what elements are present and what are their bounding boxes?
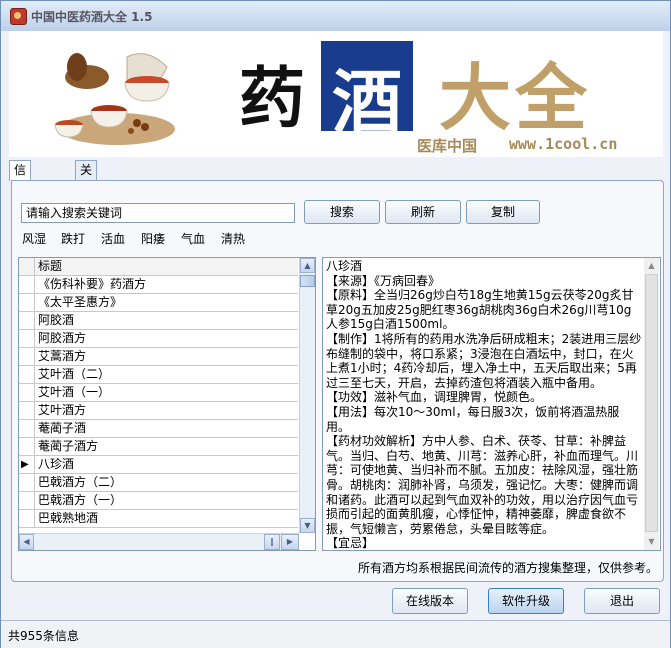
copy-button[interactable]: 复制 — [466, 200, 540, 224]
window-title: 中国中医药酒大全 1.5 — [31, 10, 153, 24]
list-item[interactable]: 艾叶酒方 — [19, 402, 298, 420]
recipe-list[interactable]: 标题 《伤科补要》药酒方 《太平圣惠方》 阿胶酒 阿胶酒方 艾蒿酒方 艾叶酒（二） 艾叶酒（… — [18, 257, 316, 551]
search-button[interactable]: 搜索 — [304, 200, 380, 224]
app-icon — [10, 8, 27, 25]
list-item-title: 艾叶酒（二） — [34, 366, 296, 383]
category-trauma[interactable]: 跌打 — [61, 230, 85, 247]
scroll-down-icon[interactable]: ▼ — [300, 518, 315, 533]
scroll-thumb[interactable] — [300, 275, 315, 287]
category-qi-blood[interactable]: 气血 — [181, 230, 205, 247]
list-item-title: 艾叶酒（一） — [34, 384, 296, 401]
list-vertical-scrollbar[interactable]: ▲ ▼ — [299, 258, 315, 533]
list-item-title: 阿胶酒 — [34, 312, 296, 329]
list-item-title: 艾蒿酒方 — [34, 348, 296, 365]
scroll-up-icon[interactable]: ▲ — [300, 258, 315, 273]
list-item-title: 菴蔺子酒 — [34, 420, 296, 437]
list-item-title: 巴戟酒方（一） — [34, 492, 296, 509]
list-item[interactable]: 阿胶酒方 — [19, 330, 298, 348]
software-upgrade-button[interactable]: 软件升级 — [488, 588, 564, 614]
list-item[interactable]: 艾叶酒（二） — [19, 366, 298, 384]
list-item[interactable]: 《伤科补要》药酒方 — [19, 276, 298, 294]
record-count-status: 共955条信息 — [8, 629, 79, 643]
tab-info-management[interactable]: 信息管理 — [9, 160, 32, 234]
list-item[interactable]: 巴戟酒方（二） — [19, 474, 298, 492]
list-item[interactable]: 《太平圣惠方》 — [19, 294, 298, 312]
list-header-row: 标题 — [19, 258, 298, 276]
status-bar: 共955条信息 — [1, 620, 670, 648]
list-item[interactable]: 菴蔺子酒方 — [19, 438, 298, 456]
list-item-title: 菴蔺子酒方 — [34, 438, 296, 455]
scroll-right-icon[interactable]: ▶ — [281, 534, 299, 550]
refresh-button[interactable]: 刷新 — [385, 200, 461, 224]
disclaimer-text: 所有酒方均系根据民间流传的酒方搜集整理，仅供参考。 — [357, 561, 658, 575]
tea-set-image — [54, 53, 175, 145]
banner-jiu-char: 酒 — [332, 61, 402, 144]
category-blood-circulation[interactable]: 活血 — [101, 230, 125, 247]
recipe-detail-text: 八珍酒 【来源】《万病回春》 【原料】全当归26g炒白芍18g生地黄15g云茯苓… — [326, 259, 642, 551]
list-item-title: 《太平圣惠方》 — [34, 294, 296, 311]
list-item-title: 阿胶酒方 — [34, 330, 296, 347]
category-clear-heat[interactable]: 清热 — [221, 230, 245, 247]
category-impotence[interactable]: 阳痿 — [141, 230, 165, 247]
category-rheumatism[interactable]: 风湿 — [22, 230, 46, 247]
detail-scroll-thumb[interactable] — [645, 274, 658, 532]
banner-site-url: www.1cool.cn — [509, 135, 618, 153]
detail-scrollbar[interactable]: ▲ ▼ — [644, 258, 659, 550]
title-bar[interactable]: 中国中医药酒大全 1.5 — [1, 1, 670, 31]
banner-daquan: 大全 — [439, 55, 592, 140]
list-horizontal-scrollbar[interactable]: ◀ ‖ ▶ — [19, 533, 299, 550]
detail-scroll-up-icon[interactable]: ▲ — [644, 258, 659, 273]
banner: 药 酒 大全 医库中国 www.1cool.cn — [9, 31, 663, 157]
tab-about-us[interactable]: 关于我们 — [75, 160, 98, 234]
exit-button[interactable]: 退出 — [584, 588, 660, 614]
app-window: 中国中医药酒大全 1.5 药 酒 大全 医库中国 www.1cool.cn 信息… — [0, 0, 671, 648]
list-item-title: 八珍酒 — [34, 456, 296, 473]
list-item[interactable]: 巴戟酒方（一） — [19, 492, 298, 510]
online-version-button[interactable]: 在线版本 — [392, 588, 468, 614]
info-management-panel: 搜索 刷新 复制 风湿 跌打 活血 阳痿 气血 清热 标题 《伤科补要》药酒方《… — [11, 180, 664, 582]
current-row-marker-icon: ▶ — [21, 459, 29, 470]
detail-scroll-down-icon[interactable]: ▼ — [644, 534, 659, 549]
list-item[interactable]: 艾蒿酒方 — [19, 348, 298, 366]
list-header-title[interactable]: 标题 — [34, 258, 296, 275]
banner-jiu-box: 酒 — [321, 41, 413, 144]
list-item[interactable]: 阿胶酒 — [19, 312, 298, 330]
list-item-title: 巴戟熟地酒 — [34, 510, 296, 527]
list-item[interactable]: 艾叶酒（一） — [19, 384, 298, 402]
list-item-title: 巴戟酒方（二） — [34, 474, 296, 491]
list-item[interactable]: 巴戟熟地酒 — [19, 510, 298, 528]
scroll-left-icon[interactable]: ◀ — [19, 534, 34, 550]
h-scroll-thumb[interactable]: ‖ — [264, 534, 280, 550]
search-input[interactable] — [21, 203, 295, 223]
list-item-title: 《伤科补要》药酒方 — [34, 276, 296, 293]
banner-yao-char: 药 — [239, 59, 305, 137]
list-item[interactable]: 菴蔺子酒 — [19, 420, 298, 438]
banner-site-name: 医库中国 — [417, 137, 478, 155]
list-item-title: 艾叶酒方 — [34, 402, 296, 419]
list-item[interactable]: ▶ 八珍酒 — [19, 456, 298, 474]
recipe-detail-box[interactable]: 八珍酒 【来源】《万病回春》 【原料】全当归26g炒白芍18g生地黄15g云茯苓… — [322, 257, 661, 551]
